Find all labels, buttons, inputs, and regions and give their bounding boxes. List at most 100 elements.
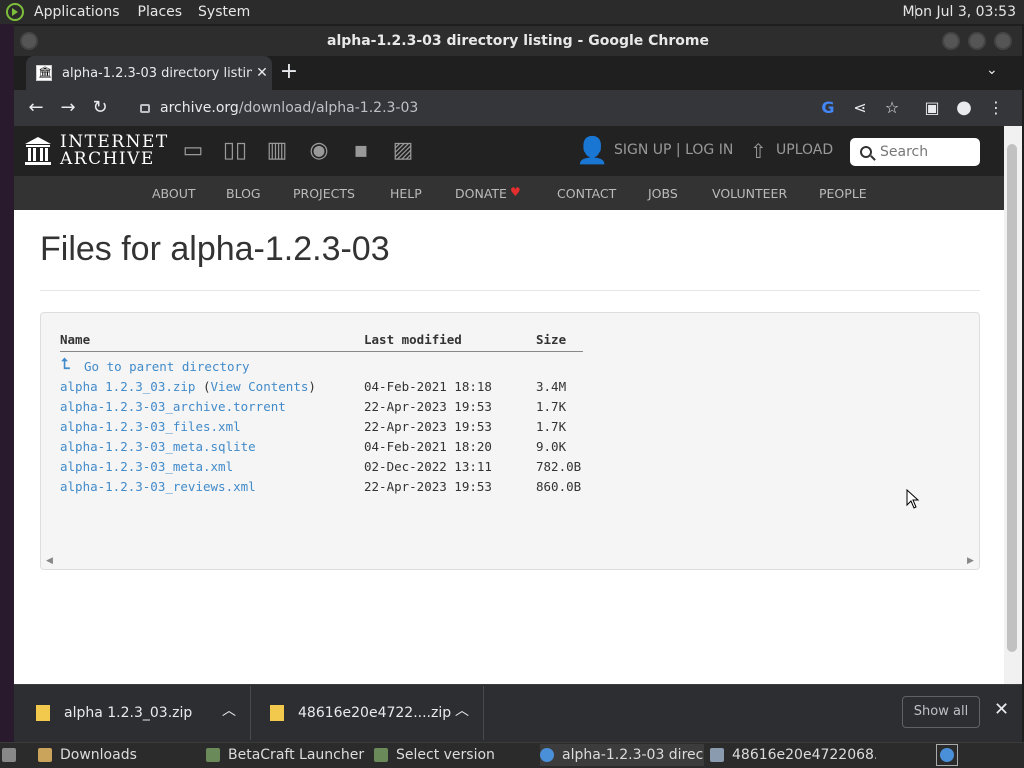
audio-speaker-icon[interactable]: ◉ [306,138,332,164]
file-size: 1.7K [536,399,567,414]
bookmark-star-icon[interactable]: ☆ [880,96,904,120]
software-disk-icon[interactable]: ▪ [348,138,374,164]
file-link[interactable]: alpha-1.2.3-03_files.xml [60,419,241,434]
divider [250,686,251,740]
video-film-icon[interactable]: ▥ [264,138,290,164]
chrome-window: alpha-1.2.3-03 directory listing - Googl… [14,26,1022,742]
nav-jobs[interactable]: JOBS [648,186,678,201]
donate-heart-icon[interactable]: ♥ [510,185,521,199]
archive-building-icon[interactable] [24,136,52,166]
page-viewport: INTERNET ARCHIVE ▭ ▯▯ ▥ ◉ ▪ ▨ 👤 SIGN UP … [14,126,1004,684]
share-icon[interactable]: ⋖ [848,96,872,120]
file-modified: 04-Feb-2021 18:20 [364,439,492,454]
url-path: /download/alpha-1.2.3-03 [238,100,419,116]
nav-volunteer[interactable]: VOLUNTEER [712,186,787,201]
file-size: 9.0K [536,439,567,454]
new-tab-plus-icon[interactable]: + [276,60,302,86]
ia-logo-text[interactable]: INTERNET ARCHIVE [60,134,169,168]
search-placeholder: Search [880,144,929,160]
file-link[interactable]: alpha-1.2.3-03_meta.sqlite [60,439,256,454]
forward-arrow-icon[interactable]: → [56,96,80,120]
archive-manager-icon [710,748,724,762]
nav-contact[interactable]: CONTACT [557,186,616,201]
texts-book-icon[interactable]: ▯▯ [222,138,248,164]
tab-close-icon[interactable]: ✕ [252,65,272,81]
download-filename: 48616e20e4722....zip [298,705,452,721]
nav-donate[interactable]: DONATE [455,186,507,201]
profile-avatar-icon[interactable]: ● [952,96,976,120]
file-link[interactable]: alpha-1.2.3-03_archive.torrent [60,399,286,414]
file-modified: 22-Apr-2023 19:53 [364,419,492,434]
column-size-header: Size [536,332,567,347]
user-icon[interactable]: 👤 [576,136,608,168]
maximize-button[interactable] [968,32,986,50]
paren: ( [195,379,211,394]
download-item[interactable]: alpha 1.2.3_03.zip [36,684,236,742]
chevron-up-icon[interactable]: ︿ [222,700,236,720]
taskbar-item-select-version[interactable]: Select version [374,744,534,766]
menu-applications[interactable]: Applications [34,4,120,20]
file-modified: 02-Dec-2022 13:11 [364,459,492,474]
tab-search-chevron-icon[interactable]: ⌄ [986,62,998,78]
upload-icon[interactable]: ⇧ [750,139,767,163]
file-size: 1.7K [536,419,567,434]
archive-favicon-icon [36,65,52,81]
top-panel: Applications Places System [0,0,1024,24]
address-bar[interactable]: archive.org/download/alpha-1.2.3-03 [126,94,826,122]
taskbar-item-archive-manager[interactable]: 48616e20e4722068... [710,744,876,766]
window-menu-button[interactable] [20,32,38,50]
menu-places[interactable]: Places [138,4,183,20]
side-panel-icon[interactable]: ▣ [920,96,944,120]
desktop-background [0,24,14,742]
ia-search-input[interactable]: Search [850,138,980,166]
scroll-right-arrow-icon[interactable]: ▶ [967,556,974,566]
view-contents-link[interactable]: View Contents [211,379,309,394]
minimize-button[interactable] [942,32,960,50]
signup-login-link[interactable]: SIGN UP | LOG IN [614,142,733,158]
show-desktop-icon[interactable] [2,744,20,766]
scrollbar-thumb[interactable] [1007,144,1017,652]
parent-directory-icon[interactable]: ⮤ [61,355,70,373]
back-arrow-icon[interactable]: ← [24,96,48,120]
file-size: 782.0B [536,459,582,474]
web-icon[interactable]: ▭ [180,138,206,164]
file-link[interactable]: alpha-1.2.3-03_reviews.xml [60,479,256,494]
taskbar-item-betacraft[interactable]: BetaCraft Launcher ... [206,744,366,766]
nav-about[interactable]: ABOUT [152,186,196,201]
divider [40,290,980,291]
chevron-up-icon[interactable]: ︿ [455,700,469,720]
taskbar-item-chrome[interactable]: alpha-1.2.3-03 direc... [540,744,704,766]
zip-file-icon [270,705,284,721]
file-link[interactable]: alpha-1.2.3-03_meta.xml [60,459,233,474]
scroll-left-arrow-icon[interactable]: ◀ [46,556,53,566]
taskbar-item-downloads[interactable]: Downloads [38,744,198,766]
taskbar-label: BetaCraft Launcher ... [228,747,366,763]
menu-system[interactable]: System [198,4,250,20]
url-host: archive.org [160,100,239,116]
java-app-icon [374,748,388,762]
column-modified-header: Last modified [364,332,462,347]
download-item[interactable]: 48616e20e4722....zip [270,684,470,742]
header-rule [60,351,583,352]
chrome-menu-icon[interactable]: ⋮ [984,96,1008,120]
chrome-icon [940,748,954,762]
nav-blog[interactable]: BLOG [226,186,261,201]
nav-people[interactable]: PEOPLE [819,186,867,201]
clock[interactable]: Mon Jul 3, 03:53 [903,4,1016,20]
images-icon[interactable]: ▨ [390,138,416,164]
workspace-chrome-icon[interactable] [936,744,958,766]
close-icon[interactable]: ✕ [994,699,1009,720]
file-link[interactable]: alpha 1.2.3_03.zip [60,379,195,394]
tab-active[interactable]: alpha-1.2.3-03 directory listing ✕ [26,56,272,90]
parent-directory-link[interactable]: Go to parent directory [84,359,250,374]
google-lens-icon[interactable]: G [816,96,840,120]
nav-projects[interactable]: PROJECTS [293,186,355,201]
distro-logo-icon[interactable] [6,3,24,21]
close-window-button[interactable] [994,32,1012,50]
file-modified: 22-Apr-2023 19:53 [364,479,492,494]
show-all-button[interactable]: Show all [902,696,980,728]
reload-icon[interactable]: ↻ [88,96,112,120]
lock-icon [140,103,150,113]
upload-link[interactable]: UPLOAD [776,142,833,158]
nav-help[interactable]: HELP [390,186,422,201]
